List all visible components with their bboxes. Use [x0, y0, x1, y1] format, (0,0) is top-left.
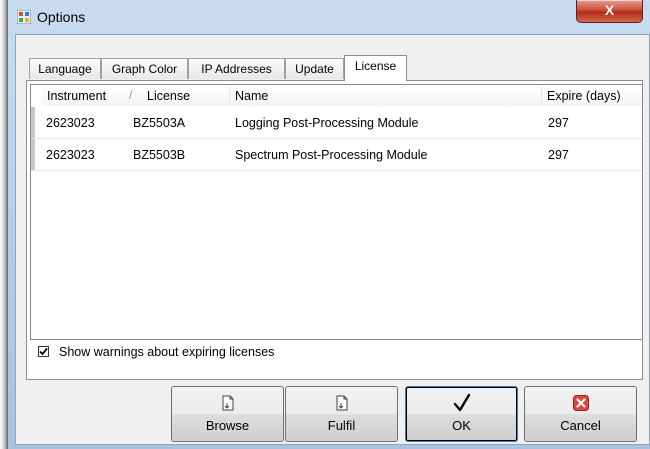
column-header-instrument[interactable]: Instrument / [42, 86, 146, 106]
tab-update[interactable]: Update [285, 58, 344, 79]
cell-license: BZ5503B [133, 148, 186, 162]
column-header-expire[interactable]: Expire (days) [542, 86, 642, 106]
show-warnings-label[interactable]: Show warnings about expiring licenses [59, 345, 274, 360]
cell-name: Spectrum Post-Processing Module [235, 148, 428, 162]
show-warnings-checkbox[interactable] [38, 346, 49, 357]
row-header-cell [31, 107, 35, 138]
column-header-label: Expire (days) [547, 89, 621, 103]
fulfil-label: Fulfil [327, 418, 356, 433]
cancel-label: Cancel [560, 418, 601, 433]
column-header-license[interactable]: License [142, 86, 230, 106]
document-icon [222, 395, 234, 414]
column-header-name[interactable]: Name [230, 86, 542, 106]
cell-instrument: 2623023 [46, 116, 95, 130]
title-bar[interactable] [7, 0, 650, 32]
ok-label: OK [452, 418, 471, 433]
tab-license[interactable]: License [344, 55, 407, 81]
cancel-button[interactable]: Cancel [524, 386, 637, 442]
ok-button[interactable]: OK [405, 386, 518, 442]
cell-expire: 297 [548, 148, 569, 162]
background-window-edge [0, 0, 7, 449]
table-row[interactable]: 2623023 BZ5503B Spectrum Post-Processing… [31, 139, 642, 171]
column-header-label: License [147, 89, 191, 103]
column-header-label: Name [235, 89, 269, 103]
fulfil-button[interactable]: Fulfil [285, 386, 398, 442]
browse-label: Browse [205, 418, 250, 433]
tab-graph-color[interactable]: Graph Color [101, 58, 188, 79]
checkmark-icon [453, 393, 471, 416]
document-icon [336, 395, 348, 414]
tab-ip-addresses[interactable]: IP Addresses [188, 58, 285, 79]
sort-indicator-icon: / [129, 90, 133, 102]
app-icon [16, 9, 32, 25]
browse-button[interactable]: Browse [171, 386, 284, 442]
cancel-x-icon [572, 395, 589, 414]
cell-instrument: 2623023 [46, 148, 95, 162]
cell-expire: 297 [548, 116, 569, 130]
checkmark-icon [39, 347, 48, 356]
close-button[interactable]: X [576, 0, 643, 23]
window-title: Options [37, 9, 86, 25]
table-row[interactable]: 2623023 BZ5503A Logging Post-Processing … [31, 107, 642, 139]
tab-language[interactable]: Language [29, 58, 101, 79]
row-header-cell [31, 139, 35, 170]
column-header-label: Instrument [47, 89, 107, 103]
cell-license: BZ5503A [133, 116, 186, 130]
cell-name: Logging Post-Processing Module [235, 116, 419, 130]
